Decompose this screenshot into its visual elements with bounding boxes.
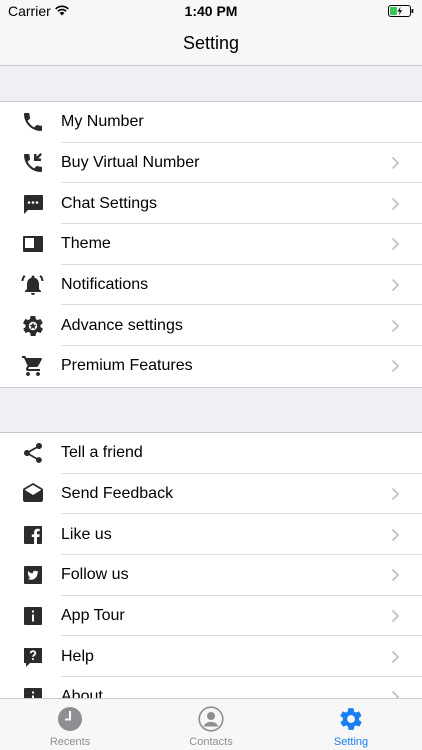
help-icon [21,645,45,669]
chevron-right-icon [391,690,400,698]
share-icon [21,441,45,465]
status-bar: Carrier 1:40 PM [0,0,422,22]
row-about[interactable]: About [0,677,422,698]
mail-icon [21,482,45,506]
gear-icon [21,314,45,338]
twitter-icon [21,563,45,587]
row-label: Premium Features [61,357,193,375]
tab-bar: Recents Contacts Setting [0,698,422,750]
chevron-right-icon [391,609,400,623]
row-label: Like us [61,525,112,543]
row-label: My Number [61,113,144,131]
row-app-tour[interactable]: App Tour [0,596,422,637]
tab-label: Recents [49,736,91,748]
clock-icon [57,706,83,732]
row-label: Notifications [61,276,149,294]
gear-icon [338,706,364,732]
page-title: Setting [182,33,240,53]
row-theme[interactable]: Theme [0,224,422,265]
phone-forward-icon [21,151,45,175]
theme-icon [21,232,45,256]
chevron-right-icon [391,487,400,501]
chevron-right-icon [391,319,400,333]
settings-list[interactable]: My Number Buy Virtual Number Chat Settin… [0,66,422,698]
row-help[interactable]: Help [0,636,422,677]
row-label: Chat Settings [61,194,158,212]
chevron-right-icon [391,359,400,373]
row-label: Follow us [61,566,129,584]
row-label: About [61,688,103,698]
tab-recents[interactable]: Recents [0,699,140,750]
tab-setting[interactable]: Setting [281,699,421,750]
row-label: Help [61,647,94,665]
facebook-icon [21,523,45,547]
chevron-right-icon [391,528,400,542]
row-buy-virtual-number[interactable]: Buy Virtual Number [0,143,422,184]
chevron-right-icon [391,278,400,292]
tab-contacts[interactable]: Contacts [141,699,281,750]
row-follow-us[interactable]: Follow us [0,555,422,596]
row-label: Advance settings [61,316,183,334]
row-chat-settings[interactable]: Chat Settings [0,183,422,224]
phone-icon [21,110,45,134]
chevron-right-icon [391,568,400,582]
bell-icon [21,273,45,297]
info-icon [21,604,45,628]
status-time: 1:40 PM [184,3,238,19]
battery-icon [388,4,414,22]
row-notifications[interactable]: Notifications [0,265,422,306]
about-icon [21,685,45,698]
row-send-feedback[interactable]: Send Feedback [0,474,422,515]
nav-bar: Setting [0,22,422,66]
cart-icon [21,354,45,378]
chat-bubble-icon [21,192,45,216]
row-label: App Tour [61,607,125,625]
row-label: Buy Virtual Number [61,154,200,172]
row-label: Send Feedback [61,485,174,503]
row-like-us[interactable]: Like us [0,514,422,555]
row-premium-features[interactable]: Premium Features [0,346,422,387]
row-tell-a-friend[interactable]: Tell a friend [0,433,422,474]
chevron-right-icon [391,197,400,211]
settings-group-account: My Number Buy Virtual Number Chat Settin… [0,101,422,388]
row-label: Tell a friend [61,444,143,462]
row-advance-settings[interactable]: Advance settings [0,305,422,346]
settings-group-social: Tell a friend Send Feedback Like us Foll… [0,432,422,698]
chevron-right-icon [391,650,400,664]
row-label: Theme [61,235,111,253]
row-my-number[interactable]: My Number [0,102,422,143]
chevron-right-icon [391,156,400,170]
tab-label: Contacts [189,736,233,748]
tab-label: Setting [333,736,369,748]
person-icon [198,706,224,732]
chevron-right-icon [391,237,400,251]
